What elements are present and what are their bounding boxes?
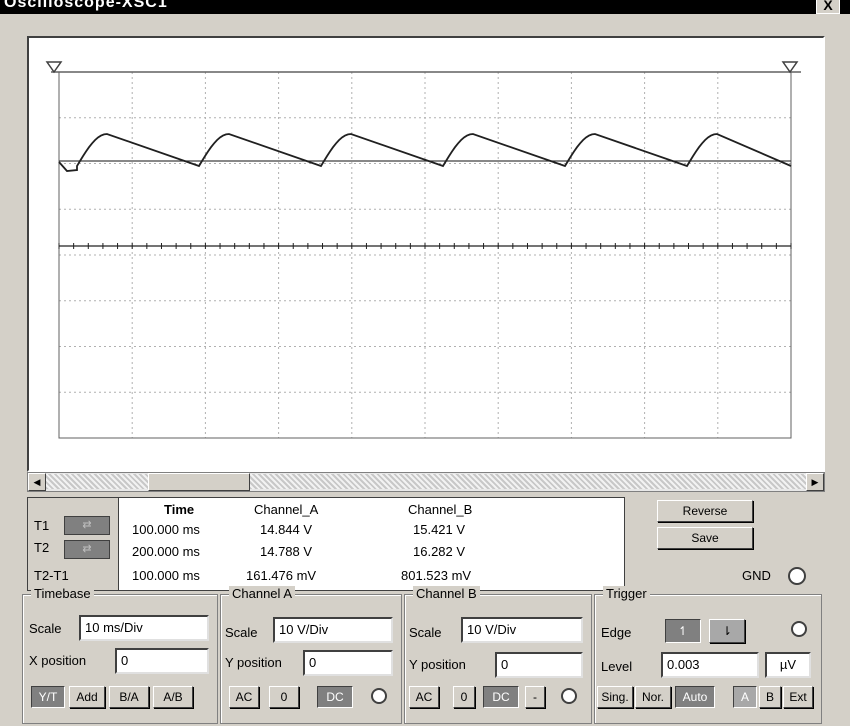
window-title: Oscilloscope-XSC1 bbox=[4, 0, 168, 11]
measurement-panel: T1 ⇄ T2 ⇄ T2-T1 Time Channel_A Channel_B… bbox=[27, 497, 625, 591]
channel-a-scale-label: Scale bbox=[225, 625, 258, 640]
trigger-title: Trigger bbox=[603, 586, 650, 601]
close-button[interactable]: X bbox=[816, 0, 840, 14]
scope-grid bbox=[58, 71, 792, 439]
t2-channel-a: 14.788 V bbox=[260, 544, 313, 559]
trigger-source-b-button[interactable]: B bbox=[759, 686, 781, 708]
t2t1-time: 100.000 ms bbox=[132, 568, 200, 583]
trigger-source-ext-button[interactable]: Ext bbox=[783, 686, 813, 708]
trigger-auto-button[interactable]: Auto bbox=[675, 686, 715, 708]
falling-edge-icon[interactable]: ⇂ bbox=[709, 619, 745, 643]
gnd-terminal-icon[interactable] bbox=[788, 567, 806, 585]
t2-time: 200.000 ms bbox=[132, 544, 200, 559]
mode-yt-button[interactable]: Y/T bbox=[31, 686, 65, 708]
t2-label: T2 bbox=[34, 540, 50, 555]
t1-move-icon[interactable]: ⇄ bbox=[64, 516, 110, 535]
t2-marker-icon[interactable] bbox=[781, 61, 799, 74]
channel-a-title: Channel A bbox=[229, 586, 295, 601]
timebase-scale-label: Scale bbox=[29, 621, 62, 636]
channel-a-header: Channel_A bbox=[254, 502, 319, 517]
level-unit-select[interactable]: µV bbox=[765, 652, 811, 678]
center-axis bbox=[58, 243, 792, 249]
channel-b-zero-button[interactable]: 0 bbox=[453, 686, 475, 708]
t1-channel-b: 15.421 V bbox=[413, 522, 466, 537]
oscilloscope-window: ◀ ▶ T1 ⇄ T2 ⇄ T2-T1 Time Channel_A Chann… bbox=[0, 14, 850, 726]
t2-channel-b: 16.282 V bbox=[413, 544, 466, 559]
x-position-input[interactable]: 0 bbox=[115, 648, 209, 674]
t1-channel-a: 14.844 V bbox=[260, 522, 313, 537]
rising-edge-icon[interactable]: ↿ bbox=[665, 619, 701, 643]
trigger-source-a-button[interactable]: A bbox=[733, 686, 757, 708]
save-button[interactable]: Save bbox=[657, 527, 753, 549]
mode-add-button[interactable]: Add bbox=[69, 686, 105, 708]
channel-a-group: Channel A Scale 10 V/Div Y position 0 AC… bbox=[220, 586, 402, 724]
time-header: Time bbox=[164, 502, 195, 517]
reverse-button[interactable]: Reverse bbox=[657, 500, 753, 522]
channel-a-scale-input[interactable]: 10 V/Div bbox=[273, 617, 393, 643]
horizontal-scrollbar[interactable]: ◀ ▶ bbox=[27, 472, 825, 492]
channel-a-ypos-label: Y position bbox=[225, 655, 282, 670]
channel-a-ac-button[interactable]: AC bbox=[229, 686, 259, 708]
t2t1-channel-b: 801.523 mV bbox=[401, 568, 472, 583]
channel-b-ypos-input[interactable]: 0 bbox=[495, 652, 583, 678]
t2-move-icon[interactable]: ⇄ bbox=[64, 540, 110, 559]
edge-label: Edge bbox=[601, 625, 632, 640]
t2t1-channel-a: 161.476 mV bbox=[246, 568, 317, 583]
timebase-title: Timebase bbox=[31, 586, 94, 601]
scroll-thumb[interactable] bbox=[148, 473, 250, 491]
channel-b-invert-button[interactable]: - bbox=[525, 686, 545, 708]
level-input[interactable]: 0.003 bbox=[661, 652, 759, 678]
title-bar: Oscilloscope-XSC1 X bbox=[0, 0, 850, 14]
channel-a-zero-button[interactable]: 0 bbox=[269, 686, 299, 708]
scope-screen bbox=[27, 36, 825, 472]
channel-b-scale-input[interactable]: 10 V/Div bbox=[461, 617, 583, 643]
trigger-single-button[interactable]: Sing. bbox=[597, 686, 633, 708]
t1-time: 100.000 ms bbox=[132, 522, 200, 537]
t2t1-label: T2-T1 bbox=[34, 568, 69, 583]
t1-label: T1 bbox=[34, 518, 50, 533]
timebase-group: Timebase Scale 10 ms/Div X position 0 Y/… bbox=[22, 586, 218, 724]
trigger-terminal-icon[interactable] bbox=[791, 621, 807, 637]
channel-b-ac-button[interactable]: AC bbox=[409, 686, 439, 708]
scroll-right-icon[interactable]: ▶ bbox=[806, 473, 824, 491]
channel-b-ypos-label: Y position bbox=[409, 657, 466, 672]
channel-a-terminal-icon[interactable] bbox=[371, 688, 387, 704]
trigger-normal-button[interactable]: Nor. bbox=[635, 686, 671, 708]
channel-b-terminal-icon[interactable] bbox=[561, 688, 577, 704]
channel-b-group: Channel B Scale 10 V/Div Y position 0 AC… bbox=[404, 586, 592, 724]
gnd-label: GND bbox=[742, 568, 771, 583]
cursor-labels: T1 ⇄ T2 ⇄ T2-T1 bbox=[28, 498, 119, 590]
channel-b-title: Channel B bbox=[413, 586, 480, 601]
level-label: Level bbox=[601, 659, 633, 674]
channel-a-dc-button[interactable]: DC bbox=[317, 686, 353, 708]
channel-b-header: Channel_B bbox=[408, 502, 473, 517]
x-position-label: X position bbox=[29, 653, 87, 668]
mode-ba-button[interactable]: B/A bbox=[109, 686, 149, 708]
scroll-left-icon[interactable]: ◀ bbox=[28, 473, 46, 491]
channel-a-ypos-input[interactable]: 0 bbox=[303, 650, 393, 676]
scope-display bbox=[45, 61, 801, 439]
t1-marker-icon[interactable] bbox=[45, 61, 63, 74]
trigger-group: Trigger Edge ↿ ⇂ Level 0.003 µV Sing. No… bbox=[594, 586, 822, 724]
channel-b-dc-button[interactable]: DC bbox=[483, 686, 519, 708]
mode-ab-button[interactable]: A/B bbox=[153, 686, 193, 708]
channel-b-scale-label: Scale bbox=[409, 625, 442, 640]
timebase-scale-input[interactable]: 10 ms/Div bbox=[79, 615, 209, 641]
